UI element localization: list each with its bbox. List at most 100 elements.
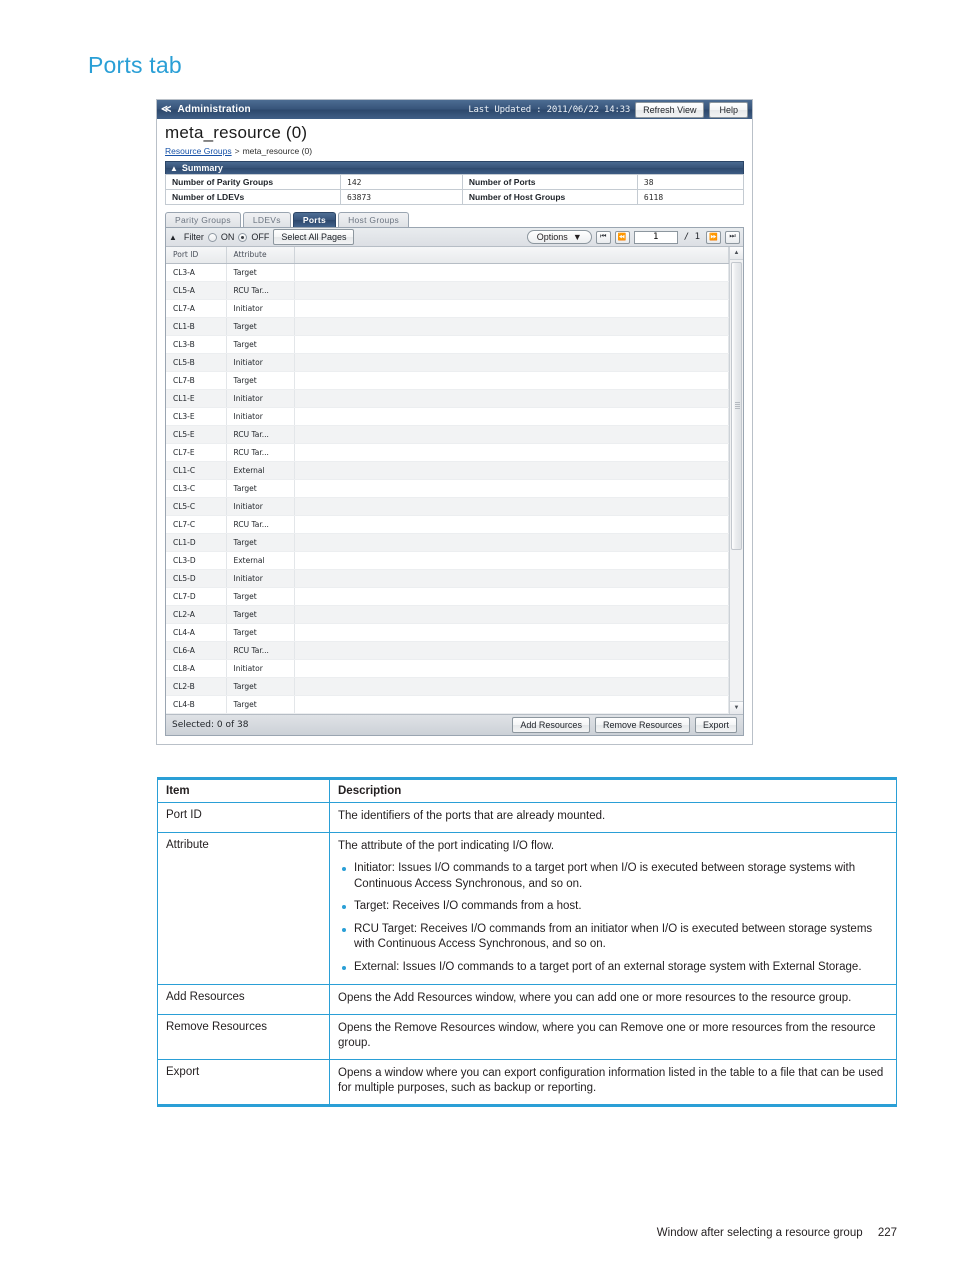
page-number-input[interactable] bbox=[633, 230, 678, 244]
previous-page-button[interactable]: ⏪ bbox=[614, 230, 630, 244]
cell-attribute: Target bbox=[226, 371, 295, 390]
filter-control[interactable]: ▲ Filter bbox=[169, 232, 204, 242]
table-row[interactable]: CL7-E RCU Tar... bbox=[166, 443, 729, 462]
table-header-row: Port ID Attribute bbox=[166, 247, 729, 264]
back-chevron-icon[interactable]: ≪ bbox=[161, 104, 171, 115]
table-row[interactable]: CL3-A Target bbox=[166, 263, 729, 282]
cell-attribute: Target bbox=[226, 605, 295, 624]
tab-ldevs[interactable]: LDEVs bbox=[242, 212, 291, 227]
table-row: Remove Resources Opens the Remove Resourc… bbox=[157, 1013, 897, 1060]
ports-table: Port ID Attribute CL3-A Target CL5-A RCU Ta… bbox=[166, 247, 729, 714]
table-header-row: Item Description bbox=[157, 777, 897, 803]
cell-port-id: CL8-A bbox=[166, 659, 227, 678]
selected-count-label: Selected: 0 of 38 bbox=[172, 719, 249, 730]
desc-paragraph: Opens a window where you can export conf… bbox=[338, 1066, 884, 1095]
table-row: Export Opens a window where you can expor… bbox=[157, 1058, 897, 1107]
table-row[interactable]: CL3-E Initiator bbox=[166, 407, 729, 426]
desc-cell-item: Port ID bbox=[157, 802, 330, 833]
page-title: Ports tab bbox=[88, 52, 182, 78]
next-page-button[interactable]: ⏩ bbox=[706, 230, 721, 244]
tab-ports[interactable]: Ports bbox=[292, 212, 337, 227]
table-row[interactable]: CL5-C Initiator bbox=[166, 497, 729, 516]
cell-port-id: CL5-B bbox=[166, 353, 227, 372]
cell-filler bbox=[294, 335, 729, 354]
table-row[interactable]: CL3-D External bbox=[166, 551, 729, 570]
table-row[interactable]: CL1-C External bbox=[166, 461, 729, 480]
options-dropdown[interactable]: Options ▼ bbox=[526, 230, 592, 244]
cell-attribute: External bbox=[226, 461, 295, 480]
first-page-button[interactable]: ⏮ bbox=[595, 230, 611, 244]
cell-port-id: CL5-A bbox=[166, 281, 227, 300]
vertical-scrollbar[interactable]: ▲ ▼ bbox=[729, 247, 743, 714]
cell-filler bbox=[294, 569, 729, 588]
last-page-button[interactable]: ⏭ bbox=[725, 230, 740, 244]
filter-on-radio[interactable] bbox=[207, 232, 217, 242]
cell-port-id: CL7-E bbox=[166, 443, 227, 462]
table-row[interactable]: CL3-C Target bbox=[166, 479, 729, 498]
desc-cell-description: Opens a window where you can export conf… bbox=[329, 1058, 897, 1107]
table-row: Add Resources Opens the Add Resources win… bbox=[157, 984, 897, 1015]
table-row[interactable]: CL1-D Target bbox=[166, 533, 729, 552]
scrollbar-thumb[interactable] bbox=[731, 262, 742, 550]
table-row[interactable]: CL7-C RCU Tar... bbox=[166, 515, 729, 534]
cell-filler bbox=[294, 695, 729, 714]
table-row[interactable]: CL7-D Target bbox=[166, 587, 729, 606]
table-row[interactable]: CL3-B Target bbox=[166, 335, 729, 354]
cell-filler bbox=[294, 461, 729, 480]
cell-attribute: Initiator bbox=[226, 497, 295, 516]
list-item: Initiator: Issues I/O commands to a targ… bbox=[342, 861, 888, 892]
summary-value-ports: 38 bbox=[636, 174, 745, 190]
breadcrumb-link-resource-groups[interactable]: Resource Groups bbox=[165, 146, 232, 156]
table-row[interactable]: CL2-B Target bbox=[166, 677, 729, 696]
cell-attribute: Target bbox=[226, 317, 295, 336]
filter-off-radio[interactable] bbox=[238, 232, 248, 242]
table-row[interactable]: CL2-A Target bbox=[166, 605, 729, 624]
refresh-view-button[interactable]: Refresh View bbox=[635, 101, 705, 118]
table-row[interactable]: CL5-A RCU Tar... bbox=[166, 281, 729, 300]
table-row[interactable]: CL8-A Initiator bbox=[166, 659, 729, 678]
column-header-attribute[interactable]: Attribute bbox=[226, 247, 295, 264]
select-all-pages-button[interactable]: Select All Pages bbox=[273, 229, 355, 245]
table-row[interactable]: CL5-E RCU Tar... bbox=[166, 425, 729, 444]
table-row[interactable]: CL1-B Target bbox=[166, 317, 729, 336]
last-updated-label: Last Updated : 2011/06/22 14:33 bbox=[468, 104, 631, 115]
table-row[interactable]: CL4-A Target bbox=[166, 623, 729, 642]
desc-cell-description: Opens the Add Resources window, where yo… bbox=[329, 984, 897, 1015]
filter-chevron-icon[interactable]: ▲ bbox=[169, 233, 177, 242]
list-item: External: Issues I/O commands to a targe… bbox=[342, 960, 888, 976]
tab-host-groups[interactable]: Host Groups bbox=[338, 212, 410, 227]
table-row[interactable]: CL4-B Target bbox=[166, 695, 729, 714]
list-item: Target: Receives I/O commands from a hos… bbox=[342, 899, 888, 915]
collapse-chevron-icon[interactable]: ▲ bbox=[170, 164, 178, 173]
cell-attribute: RCU Tar... bbox=[226, 281, 295, 300]
cell-filler bbox=[294, 425, 729, 444]
table-row[interactable]: CL5-D Initiator bbox=[166, 569, 729, 588]
table-row[interactable]: CL7-A Initiator bbox=[166, 299, 729, 318]
ports-table-panel: ▲ Filter ON OFF Select All Pages Options… bbox=[165, 227, 744, 736]
help-button[interactable]: Help bbox=[709, 101, 748, 118]
column-header-port-id[interactable]: Port ID bbox=[166, 247, 227, 264]
desc-cell-description: The attribute of the port indicating I/O… bbox=[329, 831, 897, 986]
table-row[interactable]: CL1-E Initiator bbox=[166, 389, 729, 408]
cell-filler bbox=[294, 353, 729, 372]
scroll-up-arrow-icon[interactable]: ▲ bbox=[730, 247, 743, 260]
cell-port-id: CL5-C bbox=[166, 497, 227, 516]
scroll-down-arrow-icon[interactable]: ▼ bbox=[730, 700, 743, 714]
page-total-label: / 1 bbox=[683, 232, 700, 242]
summary-panel-header[interactable]: ▲ Summary bbox=[165, 161, 744, 174]
ports-table-body: CL3-A Target CL5-A RCU Tar... CL7-A Initiator… bbox=[166, 263, 729, 714]
table-row[interactable]: CL7-B Target bbox=[166, 371, 729, 390]
table-row[interactable]: CL5-B Initiator bbox=[166, 353, 729, 372]
remove-resources-button[interactable]: Remove Resources bbox=[594, 716, 690, 733]
table-row[interactable]: CL6-A RCU Tar... bbox=[166, 641, 729, 660]
cell-filler bbox=[294, 263, 729, 282]
export-button[interactable]: Export bbox=[694, 716, 737, 733]
list-item: RCU Target: Receives I/O commands from a… bbox=[342, 922, 888, 953]
cell-filler bbox=[294, 371, 729, 390]
cell-port-id: CL3-A bbox=[166, 263, 227, 282]
desc-cell-description: Opens the Remove Resources window, where… bbox=[329, 1013, 897, 1060]
tab-parity-groups[interactable]: Parity Groups bbox=[165, 212, 241, 227]
add-resources-button[interactable]: Add Resources bbox=[512, 716, 590, 733]
cell-filler bbox=[294, 281, 729, 300]
desc-column-header-description: Description bbox=[329, 777, 897, 803]
